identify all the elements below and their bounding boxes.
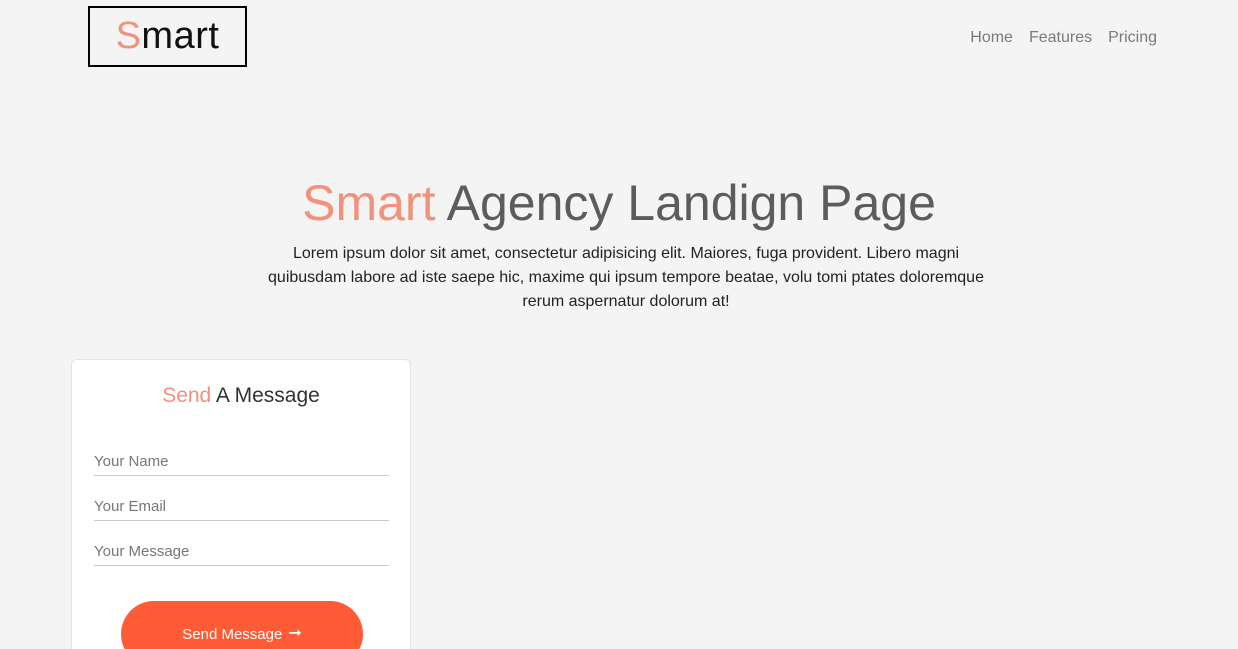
logo[interactable]: Smart (88, 6, 247, 67)
hero-title: Smart Agency Landign Page (0, 172, 1238, 234)
landing-page: Smart Home Features Pricing Smart Agency… (0, 0, 1238, 649)
contact-title-rest: A Message (211, 384, 320, 407)
logo-accent-letter: S (115, 15, 142, 57)
nav-pricing-link[interactable]: Pricing (1108, 27, 1157, 49)
nav-home-link[interactable]: Home (970, 27, 1013, 49)
main-nav: Home Features Pricing (970, 27, 1157, 49)
contact-card: Send A Message Send Message ➞ (71, 359, 411, 649)
send-message-button[interactable]: Send Message ➞ (121, 601, 363, 649)
nav-features-link[interactable]: Features (1029, 27, 1092, 49)
contact-title: Send A Message (72, 384, 410, 408)
email-input[interactable] (94, 493, 389, 521)
hero-title-rest: Agency Landign Page (435, 175, 936, 231)
logo-text: mart (141, 15, 220, 57)
arrow-right-icon: ➞ (288, 625, 302, 642)
message-input[interactable] (94, 538, 389, 566)
name-input[interactable] (94, 448, 389, 476)
hero-title-accent: Smart (302, 175, 436, 231)
hero-description: Lorem ipsum dolor sit amet, consectetur … (268, 245, 984, 310)
send-message-label: Send Message (182, 625, 283, 643)
contact-title-accent: Send (162, 384, 212, 407)
